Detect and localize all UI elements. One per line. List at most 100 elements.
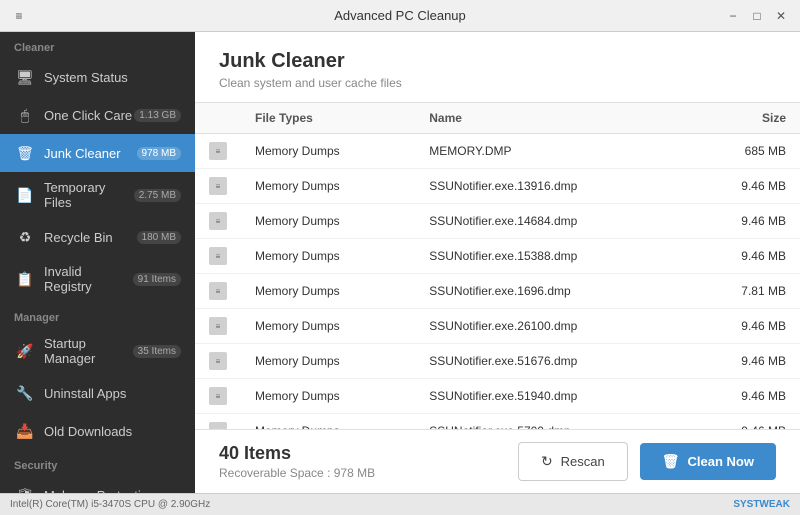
file-type-cell: Memory Dumps xyxy=(241,344,415,379)
file-size-cell: 685 MB xyxy=(688,134,800,169)
file-size-cell: 9.46 MB xyxy=(688,204,800,239)
bin-icon: ♻ xyxy=(14,226,36,248)
file-row-icon: ≡ xyxy=(195,274,241,309)
sidebar-item-temporary-files[interactable]: 📄 Temporary Files2.75 MB xyxy=(0,172,195,218)
file-type-cell: Memory Dumps xyxy=(241,379,415,414)
file-name-cell: SSUNotifier.exe.1696.dmp xyxy=(415,274,687,309)
sidebar-item-label-junk-cleaner: Junk Cleaner xyxy=(44,146,137,161)
table-row[interactable]: ≡Memory DumpsSSUNotifier.exe.13916.dmp9.… xyxy=(195,169,800,204)
col-file-type: File Types xyxy=(241,103,415,134)
table-row[interactable]: ≡Memory DumpsSSUNotifier.exe.14684.dmp9.… xyxy=(195,204,800,239)
sidebar-item-badge-junk-cleaner: 978 MB xyxy=(137,147,181,160)
file-row-icon: ≡ xyxy=(195,169,241,204)
file-type-cell: Memory Dumps xyxy=(241,414,415,430)
table-row[interactable]: ≡Memory DumpsSSUNotifier.exe.1696.dmp7.8… xyxy=(195,274,800,309)
recoverable-space: Recoverable Space : 978 MB xyxy=(219,466,375,480)
clean-now-button[interactable]: 🗑 Clean Now xyxy=(640,443,776,480)
content-header: Junk Cleaner Clean system and user cache… xyxy=(195,32,800,103)
sidebar-item-label-one-click-care: One Click Care xyxy=(44,108,134,123)
col-icon xyxy=(195,103,241,134)
sidebar-item-uninstall-apps[interactable]: 🔧Uninstall Apps xyxy=(0,374,195,412)
bottom-info: 40 Items Recoverable Space : 978 MB xyxy=(219,443,375,480)
file-size-cell: 9.46 MB xyxy=(688,344,800,379)
sidebar-item-label-invalid-registry: Invalid Registry xyxy=(44,264,133,294)
file-type-cell: Memory Dumps xyxy=(241,134,415,169)
sidebar-item-label-uninstall-apps: Uninstall Apps xyxy=(44,386,181,401)
title-bar: ≡ Advanced PC Cleanup − □ ✕ xyxy=(0,0,800,32)
shield-icon: 🛡 xyxy=(14,484,36,493)
rescan-button[interactable]: ↻ Rescan xyxy=(518,442,628,481)
file-size-cell: 9.46 MB xyxy=(688,379,800,414)
table-row[interactable]: ≡Memory DumpsSSUNotifier.exe.15388.dmp9.… xyxy=(195,239,800,274)
sidebar-item-invalid-registry[interactable]: 📋 Invalid Registry91 Items xyxy=(0,256,195,302)
sidebar-section-cleaner: Cleaner xyxy=(0,32,195,58)
file-type-cell: Memory Dumps xyxy=(241,239,415,274)
close-button[interactable]: ✕ xyxy=(772,7,790,25)
minimize-button[interactable]: − xyxy=(724,7,742,25)
maximize-button[interactable]: □ xyxy=(748,7,766,25)
menu-icon[interactable]: ≡ xyxy=(10,7,28,25)
col-name: Name xyxy=(415,103,687,134)
sidebar-item-label-malware-protection: Malware Protection xyxy=(44,488,181,494)
brand-sys: SYS xyxy=(733,499,753,510)
main-content: Junk Cleaner Clean system and user cache… xyxy=(195,32,800,493)
bottom-actions: ↻ Rescan 🗑 Clean Now xyxy=(518,442,776,481)
table-header-row: File Types Name Size xyxy=(195,103,800,134)
file-size-cell: 9.46 MB xyxy=(688,239,800,274)
file-name-cell: SSUNotifier.exe.15388.dmp xyxy=(415,239,687,274)
sidebar-item-label-old-downloads: Old Downloads xyxy=(44,424,181,439)
file-size-cell: 9.46 MB xyxy=(688,169,800,204)
sidebar-section-manager: Manager xyxy=(0,302,195,328)
col-size: Size xyxy=(688,103,800,134)
click-icon: 🖱 xyxy=(14,104,36,126)
sidebar-item-system-status[interactable]: 🖥 System Status xyxy=(0,58,195,96)
file-row-icon: ≡ xyxy=(195,414,241,430)
temp-icon: 📄 xyxy=(14,184,36,206)
file-type-cell: Memory Dumps xyxy=(241,204,415,239)
file-table: File Types Name Size ≡Memory DumpsMEMORY… xyxy=(195,103,800,429)
sidebar-item-badge-recycle-bin: 180 MB xyxy=(137,231,181,244)
file-row-icon: ≡ xyxy=(195,309,241,344)
table-row[interactable]: ≡Memory DumpsMEMORY.DMP685 MB xyxy=(195,134,800,169)
junk-icon: 🗑 xyxy=(14,142,36,164)
app-title: Advanced PC Cleanup xyxy=(334,8,466,23)
file-type-cell: Memory Dumps xyxy=(241,169,415,204)
sidebar-item-malware-protection[interactable]: 🛡 Malware Protection xyxy=(0,476,195,493)
clean-label: Clean Now xyxy=(688,454,754,469)
table-row[interactable]: ≡Memory DumpsSSUNotifier.exe.26100.dmp9.… xyxy=(195,309,800,344)
startup-icon: 🚀 xyxy=(14,340,36,362)
cpu-info: Intel(R) Core(TM) i5-3470S CPU @ 2.90GHz xyxy=(10,499,210,510)
brand-tweak: TWEAK xyxy=(753,499,790,510)
file-type-cell: Memory Dumps xyxy=(241,274,415,309)
brand-logo: SYSTWEAK xyxy=(733,499,790,510)
sidebar-item-startup-manager[interactable]: 🚀Startup Manager35 Items xyxy=(0,328,195,374)
file-name-cell: SSUNotifier.exe.51940.dmp xyxy=(415,379,687,414)
monitor-icon: 🖥 xyxy=(14,66,36,88)
sidebar-item-badge-temporary-files: 2.75 MB xyxy=(134,189,181,202)
page-title: Junk Cleaner xyxy=(219,50,776,73)
file-row-icon: ≡ xyxy=(195,344,241,379)
rescan-label: Rescan xyxy=(561,454,605,469)
sidebar-item-one-click-care[interactable]: 🖱 One Click Care1.13 GB xyxy=(0,96,195,134)
file-size-cell: 9.46 MB xyxy=(688,309,800,344)
rescan-icon: ↻ xyxy=(541,453,553,470)
sidebar-item-label-system-status: System Status xyxy=(44,70,181,85)
registry-icon: 📋 xyxy=(14,268,36,290)
sidebar-section-security: Security xyxy=(0,450,195,476)
sidebar-item-badge-invalid-registry: 91 Items xyxy=(133,273,181,286)
file-name-cell: SSUNotifier.exe.14684.dmp xyxy=(415,204,687,239)
sidebar-item-label-startup-manager: Startup Manager xyxy=(44,336,133,366)
file-row-icon: ≡ xyxy=(195,134,241,169)
table-row[interactable]: ≡Memory DumpsSSUNotifier.exe.51940.dmp9.… xyxy=(195,379,800,414)
clean-icon: 🗑 xyxy=(662,453,680,470)
sidebar-item-badge-one-click-care: 1.13 GB xyxy=(134,109,181,122)
sidebar-item-label-temporary-files: Temporary Files xyxy=(44,180,134,210)
sidebar-item-junk-cleaner[interactable]: 🗑 Junk Cleaner978 MB xyxy=(0,134,195,172)
sidebar-item-old-downloads[interactable]: 📥Old Downloads xyxy=(0,412,195,450)
title-bar-left: ≡ xyxy=(10,7,28,25)
table-row[interactable]: ≡Memory DumpsSSUNotifier.exe.51676.dmp9.… xyxy=(195,344,800,379)
sidebar-item-recycle-bin[interactable]: ♻Recycle Bin180 MB xyxy=(0,218,195,256)
file-row-icon: ≡ xyxy=(195,239,241,274)
table-row[interactable]: ≡Memory DumpsSSUNotifier.exe.5700.dmp9.4… xyxy=(195,414,800,430)
bottom-bar: 40 Items Recoverable Space : 978 MB ↻ Re… xyxy=(195,429,800,493)
